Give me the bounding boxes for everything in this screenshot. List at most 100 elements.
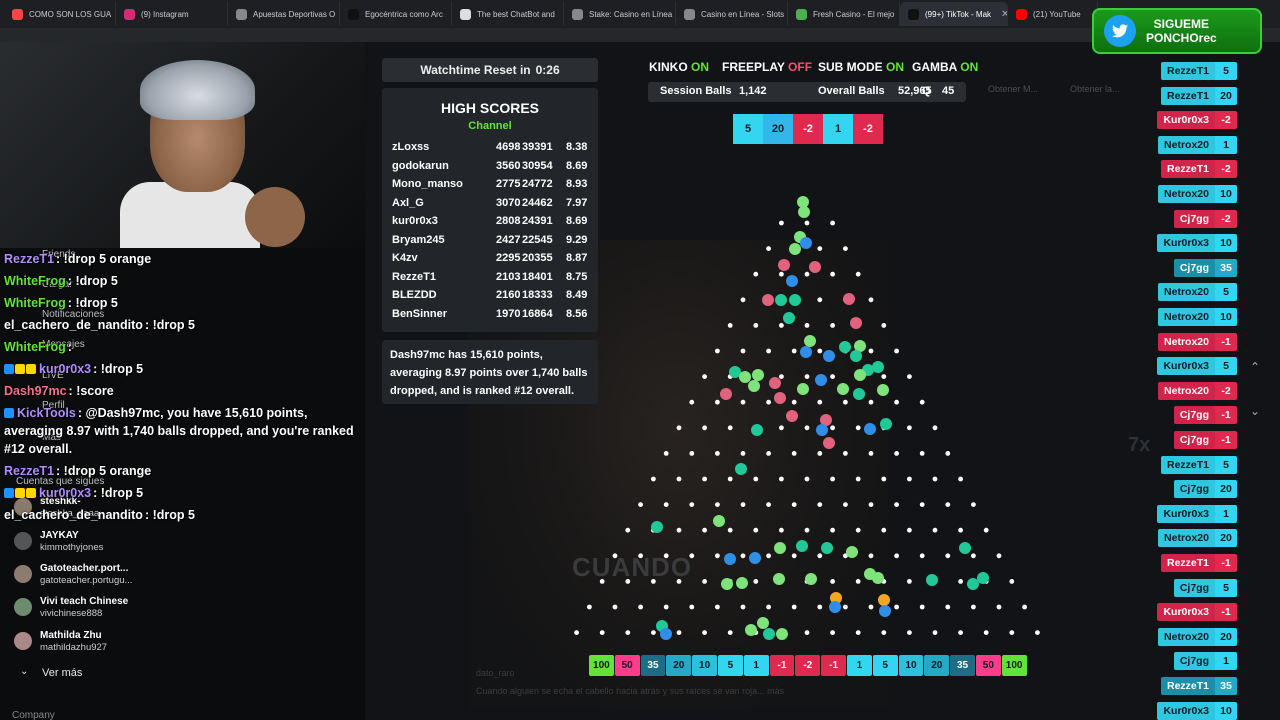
drop-result-value: 5 bbox=[1215, 455, 1237, 474]
browser-tab[interactable]: (9) Instagram bbox=[116, 2, 228, 26]
background-button-1: Obtener M... bbox=[988, 84, 1039, 94]
avatar bbox=[14, 532, 32, 550]
chat-message: #12 overall. bbox=[4, 442, 72, 457]
tab-favicon-icon bbox=[572, 8, 583, 20]
badge-icon bbox=[4, 408, 14, 418]
score-cell-a: 2295 bbox=[496, 252, 521, 264]
plinko-bin: 10 bbox=[692, 655, 717, 676]
chat-colon: : bbox=[56, 252, 64, 266]
score-cell-a: 3560 bbox=[496, 159, 521, 172]
drop-result-value: -2 bbox=[1215, 381, 1237, 400]
mode-label: KINKO bbox=[649, 60, 688, 74]
browser-tab[interactable]: Stake: Casino en Línea bbox=[564, 2, 676, 26]
recent-drop-chip: -2 bbox=[793, 114, 823, 144]
drop-result-value: 35 bbox=[1215, 258, 1237, 277]
drop-result-item: RezzeT1 -1 bbox=[1160, 554, 1237, 572]
following-account[interactable]: JAYKAY kimmothyjones bbox=[14, 530, 103, 554]
drop-result-user: Netrox20 bbox=[1158, 283, 1215, 302]
chat-colon: : bbox=[67, 340, 72, 354]
tab-favicon-icon bbox=[460, 8, 471, 20]
twitter-follow-banner: SIGUEME PONCHOrec bbox=[1092, 8, 1262, 54]
browser-tab[interactable]: (99+) TikTok - Mak ✕ bbox=[900, 2, 1008, 26]
twitter-line-1: SIGUEME bbox=[1153, 17, 1210, 31]
drop-result-value: 20 bbox=[1215, 86, 1237, 105]
score-cell-b: 24391 bbox=[522, 215, 553, 227]
chat-username[interactable]: RezzeT1 bbox=[4, 252, 54, 266]
scroll-down-icon[interactable]: ⌄ bbox=[1250, 404, 1260, 418]
drop-result-item: Netrox20 -2 bbox=[1158, 381, 1237, 400]
chat-username[interactable]: WhiteFrog bbox=[4, 340, 66, 354]
chevron-down-icon[interactable]: ⌄ bbox=[20, 666, 28, 677]
badge-icon bbox=[15, 364, 25, 374]
drop-result-value: 20 bbox=[1215, 480, 1237, 499]
following-account[interactable]: Gatoteacher.port... gatoteacher.portugu..… bbox=[14, 563, 132, 587]
see-more-link[interactable]: Ver más bbox=[42, 667, 82, 679]
drop-result-item: Kur0r0x3 10 bbox=[1157, 701, 1237, 720]
score-cell-a: 3070 bbox=[496, 196, 521, 209]
mode-status: KINKO ON bbox=[649, 60, 709, 74]
company-heading: Company bbox=[12, 710, 55, 720]
browser-tab[interactable]: Egocéntrica como Arc bbox=[340, 2, 452, 26]
chat-username[interactable]: el_cachero_de_nandito bbox=[4, 318, 143, 332]
score-cell-a: 2808 bbox=[496, 215, 521, 227]
browser-tab[interactable]: Fresh Casino - El mejo bbox=[788, 2, 900, 26]
drop-result-value: 5 bbox=[1215, 578, 1237, 597]
tab-close-icon[interactable]: ✕ bbox=[1001, 9, 1007, 20]
drop-result-user: RezzeT1 bbox=[1160, 677, 1215, 695]
recent-drop-chip: 20 bbox=[763, 114, 793, 144]
browser-address-bar[interactable] bbox=[0, 28, 1280, 42]
chat-username[interactable]: WhiteFrog bbox=[4, 274, 66, 288]
score-cell-c: 8.75 bbox=[566, 270, 588, 283]
score-cell-name: K4zv bbox=[392, 252, 418, 264]
chat-username[interactable]: el_cachero_de_nandito bbox=[4, 508, 143, 522]
score-cell-a: 2160 bbox=[496, 289, 521, 301]
tab-label: Casino en Línea - Slots bbox=[701, 9, 785, 19]
score-cell-c: 8.87 bbox=[566, 252, 588, 264]
tab-label: COMO SON LOS GUA bbox=[29, 9, 112, 19]
browser-tab[interactable]: COMO SON LOS GUA bbox=[4, 2, 116, 26]
badge-icon bbox=[15, 488, 25, 498]
score-cell-c: 8.38 bbox=[566, 141, 588, 153]
score-cell-c: 8.69 bbox=[566, 159, 588, 172]
plinko-bin: -1 bbox=[821, 655, 846, 676]
recent-drops: 5 20 -2 1 -2 bbox=[733, 114, 883, 144]
score-cell-b: 18401 bbox=[522, 270, 553, 283]
chat-username[interactable]: kur0r0x3 bbox=[39, 362, 91, 376]
chat-text: averaging 8.97 with 1,740 balls dropped,… bbox=[4, 424, 354, 438]
chat-message: kur0r0x3: !drop 5 bbox=[4, 486, 143, 501]
mode-label: FREEPLAY bbox=[722, 60, 785, 74]
mode-status: FREEPLAY OFF bbox=[722, 60, 812, 74]
following-account[interactable]: Vivi teach Chinese vivichinese888 bbox=[14, 596, 128, 620]
following-username: mathildazhu927 bbox=[40, 642, 108, 653]
browser-tab-bar: COMO SON LOS GUA (9) Instagram Apuestas De… bbox=[0, 0, 1280, 28]
browser-tab[interactable]: (21) YouTube bbox=[1008, 2, 1098, 26]
chat-username[interactable]: WhiteFrog bbox=[4, 296, 66, 310]
chat-username[interactable]: Dash97mc bbox=[4, 384, 67, 398]
plinko-bin: 35 bbox=[950, 655, 975, 676]
following-username: kimmothyjones bbox=[40, 542, 104, 553]
scroll-up-icon[interactable]: ⌃ bbox=[1250, 360, 1260, 374]
drop-result-item: RezzeT1 5 bbox=[1160, 455, 1237, 474]
drop-result-value: 5 bbox=[1215, 357, 1237, 376]
drop-result-user: Netrox20 bbox=[1158, 135, 1215, 154]
chat-username[interactable]: KickTools bbox=[17, 406, 76, 420]
high-score-row: Bryam245 2427 22545 9.29 bbox=[392, 234, 592, 250]
following-account[interactable]: Mathilda Zhu mathildazhu927 bbox=[14, 630, 107, 654]
score-cell-a: 2775 bbox=[496, 178, 521, 190]
badge-icon bbox=[26, 364, 36, 374]
drop-result-user: RezzeT1 bbox=[1160, 62, 1215, 80]
drop-result-user: Kur0r0x3 bbox=[1157, 504, 1215, 523]
drop-result-item: Kur0r0x3 -2 bbox=[1157, 111, 1237, 130]
score-cell-b: 24772 bbox=[522, 178, 553, 190]
drop-result-value: 20 bbox=[1215, 627, 1237, 646]
chat-username[interactable]: kur0r0x3 bbox=[39, 486, 91, 500]
browser-tab[interactable]: The best ChatBot and bbox=[452, 2, 564, 26]
tab-label: Apuestas Deportivas O bbox=[253, 9, 336, 19]
tab-label: The best ChatBot and bbox=[477, 9, 555, 19]
chat-username[interactable]: RezzeT1 bbox=[4, 464, 54, 478]
browser-tab[interactable]: Apuestas Deportivas O bbox=[228, 2, 340, 26]
mode-state: ON bbox=[691, 60, 710, 74]
score-info-panel: Dash97mc has 15,610 points, averaging 8.… bbox=[382, 340, 598, 404]
tab-label: Fresh Casino - El mejo bbox=[813, 9, 895, 19]
browser-tab[interactable]: Casino en Línea - Slots bbox=[676, 2, 788, 26]
